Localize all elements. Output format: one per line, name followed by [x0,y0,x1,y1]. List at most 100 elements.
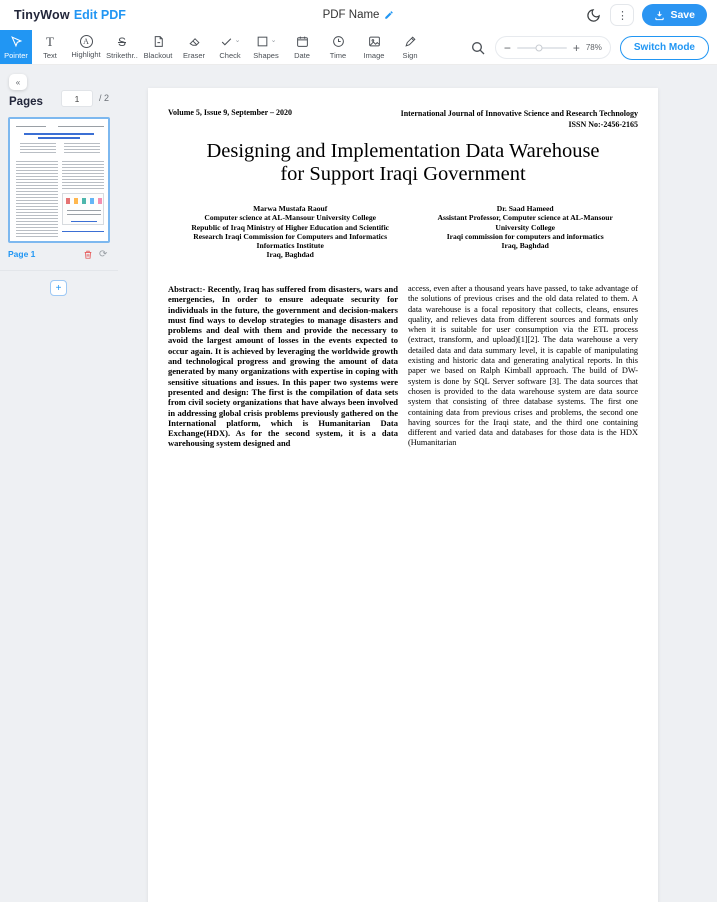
collapse-sidebar-button[interactable]: « [9,74,27,90]
chevron-down-icon: ⌄ [235,36,241,44]
author-affiliation: Informatics Institute [168,241,412,250]
tool-label: Sign [402,51,417,60]
author-affiliation: Computer science at AL-Mansour Universit… [168,213,412,222]
tool-label: Date [294,51,310,60]
tool-pointer[interactable]: Pointer [0,30,32,64]
pdf-journal-name: International Journal of Innovative Scie… [380,108,639,130]
pdf-issn: ISSN No:-2456-2165 [380,119,639,130]
thumbnail-footer: Page 1 ⟳ [8,247,110,261]
author-affiliation: Assistant Professor, Computer science at… [412,213,638,222]
tool-time[interactable]: Time [320,30,356,64]
author-location: Iraq, Baghdad [412,241,638,250]
blackout-icon [152,35,165,49]
author-affiliation: University College [412,223,638,232]
pdf-abstract: Abstract:- Recently, Iraq has suffered f… [168,284,398,449]
pointer-icon [10,35,23,49]
zoom-level: 78% [586,43,602,52]
author-affiliation: Republic of Iraq Ministry of Higher Educ… [168,223,412,232]
sidebar-divider [0,270,118,271]
tool-strikethrough[interactable]: S Strikethr.. [104,30,140,64]
author-affiliation: Iraqi commission for computers and infor… [412,232,638,241]
tool-text[interactable]: T Text [32,30,68,64]
page-label[interactable]: Page 1 [8,249,35,259]
zoom-in-button[interactable]: + [573,43,580,53]
zoom-slider-knob[interactable] [536,44,543,51]
tool-label: Strikethr.. [106,51,138,60]
tool-image[interactable]: Image [356,30,392,64]
zoom-slider[interactable] [517,47,567,49]
pdf-body-columns: Abstract:- Recently, Iraq has suffered f… [168,284,638,449]
author-name: Marwa Mustafa Raouf [168,204,412,213]
calendar-icon [296,35,309,49]
rotate-page-icon[interactable]: ⟳ [99,249,110,260]
pdf-authors: Marwa Mustafa Raouf Computer science at … [168,204,638,260]
search-icon[interactable] [470,40,486,56]
pages-sidebar: « Pages / 2 [0,65,118,451]
author-name: Dr. Saad Hameed [412,204,638,213]
pen-icon [404,35,417,49]
pages-header: Pages / 2 [9,92,115,112]
shapes-icon: ⌄ [256,35,277,49]
delete-page-icon[interactable] [83,249,93,260]
doc-title[interactable]: PDF Name [323,9,380,21]
pages-title: Pages [9,96,43,108]
tool-label: Eraser [183,51,205,60]
pdf-journal-title: International Journal of Innovative Scie… [380,108,639,119]
header-actions: ⋮ Save [584,0,707,30]
save-button[interactable]: Save [642,4,707,26]
thumbnail-actions: ⟳ [83,249,110,260]
tool-label: Time [330,51,346,60]
pdf-right-column: access, even after a thousand years have… [408,284,638,449]
pdf-journal-header: Volume 5, Issue 9, September – 2020 Inte… [168,108,638,130]
page-thumbnail[interactable] [8,117,110,243]
image-icon [368,35,381,49]
save-label: Save [670,9,695,21]
tool-shapes[interactable]: ⌄ Shapes [248,30,284,64]
tool-sign[interactable]: Sign [392,30,428,64]
tool-label: Text [43,51,57,60]
check-icon: ⌄ [220,35,241,49]
tool-label: Pointer [4,51,28,60]
tool-label: Highlight [71,50,100,59]
strikethrough-icon: S [118,35,126,49]
page-thumbnail-preview [10,119,108,241]
zoom-control: − + 78% [495,36,611,59]
tool-date[interactable]: Date [284,30,320,64]
tool-label: Blackout [144,51,173,60]
tool-label: Shapes [253,51,278,60]
author-location: Iraq, Baghdad [168,250,412,259]
switch-mode-button[interactable]: Switch Mode [620,36,709,60]
download-icon [654,10,665,21]
brand-product: Edit PDF [74,8,126,22]
tool-group: Pointer T Text A Highlight S Strikethr..… [0,30,428,64]
toolbar-right: − + 78% Switch Mode [470,30,709,65]
tool-label: Check [219,51,240,60]
tool-highlight[interactable]: A Highlight [68,30,104,64]
page-total: / 2 [99,93,109,103]
dark-mode-moon-icon[interactable] [584,6,602,24]
page-number-input[interactable] [61,90,93,107]
tool-check[interactable]: ⌄ Check [212,30,248,64]
edit-pencil-icon[interactable] [384,10,394,20]
app-header: TinyWow Edit PDF PDF Name ⋮ Save [0,0,717,30]
pdf-page[interactable]: Volume 5, Issue 9, September – 2020 Inte… [148,88,658,902]
author-affiliation: Research Iraqi Commission for Computers … [168,232,412,241]
add-page-button[interactable]: + [50,280,67,296]
eraser-icon [188,35,201,49]
chevron-down-icon: ⌄ [271,36,277,44]
pdf-author-right: Dr. Saad Hameed Assistant Professor, Com… [412,204,638,260]
brand-name: TinyWow [14,8,70,22]
zoom-out-button[interactable]: − [504,43,511,53]
clock-icon [332,35,345,49]
more-options-button[interactable]: ⋮ [610,4,634,26]
pdf-paper-title: Designing and Implementation Data Wareho… [203,140,603,186]
text-icon: T [46,35,54,49]
tool-eraser[interactable]: Eraser [176,30,212,64]
toolbar: Pointer T Text A Highlight S Strikethr..… [0,30,717,65]
highlight-icon: A [80,35,93,48]
pdf-author-left: Marwa Mustafa Raouf Computer science at … [168,204,412,260]
tool-blackout[interactable]: Blackout [140,30,176,64]
tool-label: Image [364,51,385,60]
brand[interactable]: TinyWow Edit PDF [14,0,126,30]
pdf-volume-line: Volume 5, Issue 9, September – 2020 [168,108,380,130]
